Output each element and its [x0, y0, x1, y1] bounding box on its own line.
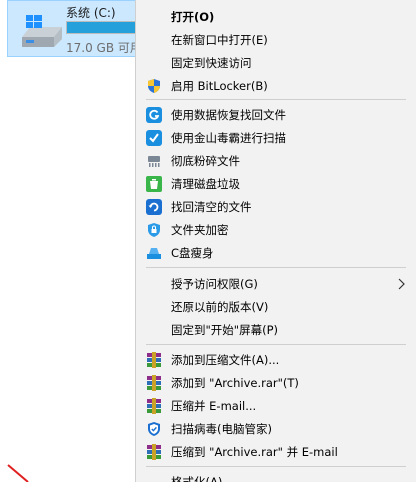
menu-item-restore-previous-versions[interactable]: 还原以前的版本(V) — [136, 295, 416, 318]
menu-item-shred-files[interactable]: 彻底粉碎文件 — [136, 149, 416, 172]
drive-usage-fill — [67, 22, 139, 33]
chevron-right-icon — [398, 278, 406, 290]
menu-item-label: 固定到"开始"屏幕(P) — [171, 322, 278, 337]
menu-item-label: 找回清空的文件 — [171, 199, 252, 214]
menu-item-clean-disk[interactable]: 清理磁盘垃圾 — [136, 172, 416, 195]
menu-item-open[interactable]: 打开(O) — [136, 5, 416, 28]
menu-item-folder-encrypt[interactable]: 文件夹加密 — [136, 218, 416, 241]
drive-name: 系统 (C:) — [66, 6, 116, 20]
restore-icon — [146, 198, 162, 215]
menu-item-label: 使用数据恢复找回文件 — [171, 107, 286, 122]
menu-item-c-drive-slim[interactable]: C盘瘦身 — [136, 241, 416, 264]
data-recovery-icon — [146, 106, 162, 123]
winrar-icon — [146, 374, 162, 391]
menu-item-label: 扫描病毒(电脑管家) — [171, 421, 272, 436]
disk-slim-icon — [146, 245, 162, 261]
winrar-icon — [146, 397, 162, 414]
menu-item-label: 压缩到 "Archive.rar" 并 E-mail — [171, 444, 338, 459]
menu-item-label: 添加到压缩文件(A)... — [171, 352, 280, 367]
menu-item-label: 添加到 "Archive.rar"(T) — [171, 375, 299, 390]
menu-separator — [146, 267, 406, 268]
menu-item-restore-emptied-files[interactable]: 找回清空的文件 — [136, 195, 416, 218]
winrar-icon — [146, 443, 162, 460]
trash-cleanup-icon — [146, 175, 162, 192]
menu-separator — [146, 466, 406, 467]
menu-item-add-to-archive-rar[interactable]: 添加到 "Archive.rar"(T) — [136, 371, 416, 394]
menu-item-add-to-archive[interactable]: 添加到压缩文件(A)... — [136, 348, 416, 371]
context-menu: 打开(O) 在新窗口中打开(E) 固定到快速访问 启用 BitLocker(B)… — [135, 0, 416, 482]
menu-item-label: 打开(O) — [171, 9, 215, 24]
antivirus-scan-icon — [146, 129, 162, 146]
menu-item-label: 还原以前的版本(V) — [171, 299, 269, 314]
pc-manager-shield-icon — [146, 421, 162, 437]
menu-item-format[interactable]: 格式化(A)... — [136, 470, 416, 482]
menu-item-compress-email[interactable]: 压缩并 E-mail... — [136, 394, 416, 417]
menu-item-label: 启用 BitLocker(B) — [171, 78, 268, 93]
uac-shield-icon — [146, 78, 162, 94]
windows-drive-icon — [18, 9, 66, 53]
menu-separator — [146, 344, 406, 345]
menu-separator — [146, 99, 406, 100]
menu-item-label: C盘瘦身 — [171, 245, 214, 260]
drive-c-tile[interactable]: 系统 (C:) 17.0 GB 可用 — [7, 0, 148, 57]
menu-item-grant-access[interactable]: 授予访问权限(G) — [136, 272, 416, 295]
menu-item-bitlocker[interactable]: 启用 BitLocker(B) — [136, 74, 416, 97]
winrar-icon — [146, 351, 162, 368]
shredder-icon — [146, 153, 162, 169]
menu-item-label: 在新窗口中打开(E) — [171, 32, 268, 47]
menu-item-label: 压缩并 E-mail... — [171, 398, 257, 413]
drive-free-space: 17.0 GB 可用 — [66, 41, 142, 55]
menu-item-label: 清理磁盘垃圾 — [171, 176, 240, 191]
menu-item-label: 彻底粉碎文件 — [171, 153, 240, 168]
menu-item-label: 使用金山毒霸进行扫描 — [171, 130, 286, 145]
menu-item-label: 文件夹加密 — [171, 222, 229, 237]
menu-item-pin-start[interactable]: 固定到"开始"屏幕(P) — [136, 318, 416, 341]
red-stroke-mark — [0, 455, 40, 482]
menu-item-virus-scan-pc-manager[interactable]: 扫描病毒(电脑管家) — [136, 417, 416, 440]
menu-item-pin-quick-access[interactable]: 固定到快速访问 — [136, 51, 416, 74]
menu-item-label: 授予访问权限(G) — [171, 276, 258, 291]
menu-item-data-recovery[interactable]: 使用数据恢复找回文件 — [136, 103, 416, 126]
folder-lock-icon — [146, 222, 162, 238]
menu-item-compress-to-archive-email[interactable]: 压缩到 "Archive.rar" 并 E-mail — [136, 440, 416, 463]
menu-item-antivirus-scan[interactable]: 使用金山毒霸进行扫描 — [136, 126, 416, 149]
menu-item-label: 固定到快速访问 — [171, 55, 252, 70]
menu-item-open-new-window[interactable]: 在新窗口中打开(E) — [136, 28, 416, 51]
menu-item-label: 格式化(A)... — [171, 474, 234, 482]
